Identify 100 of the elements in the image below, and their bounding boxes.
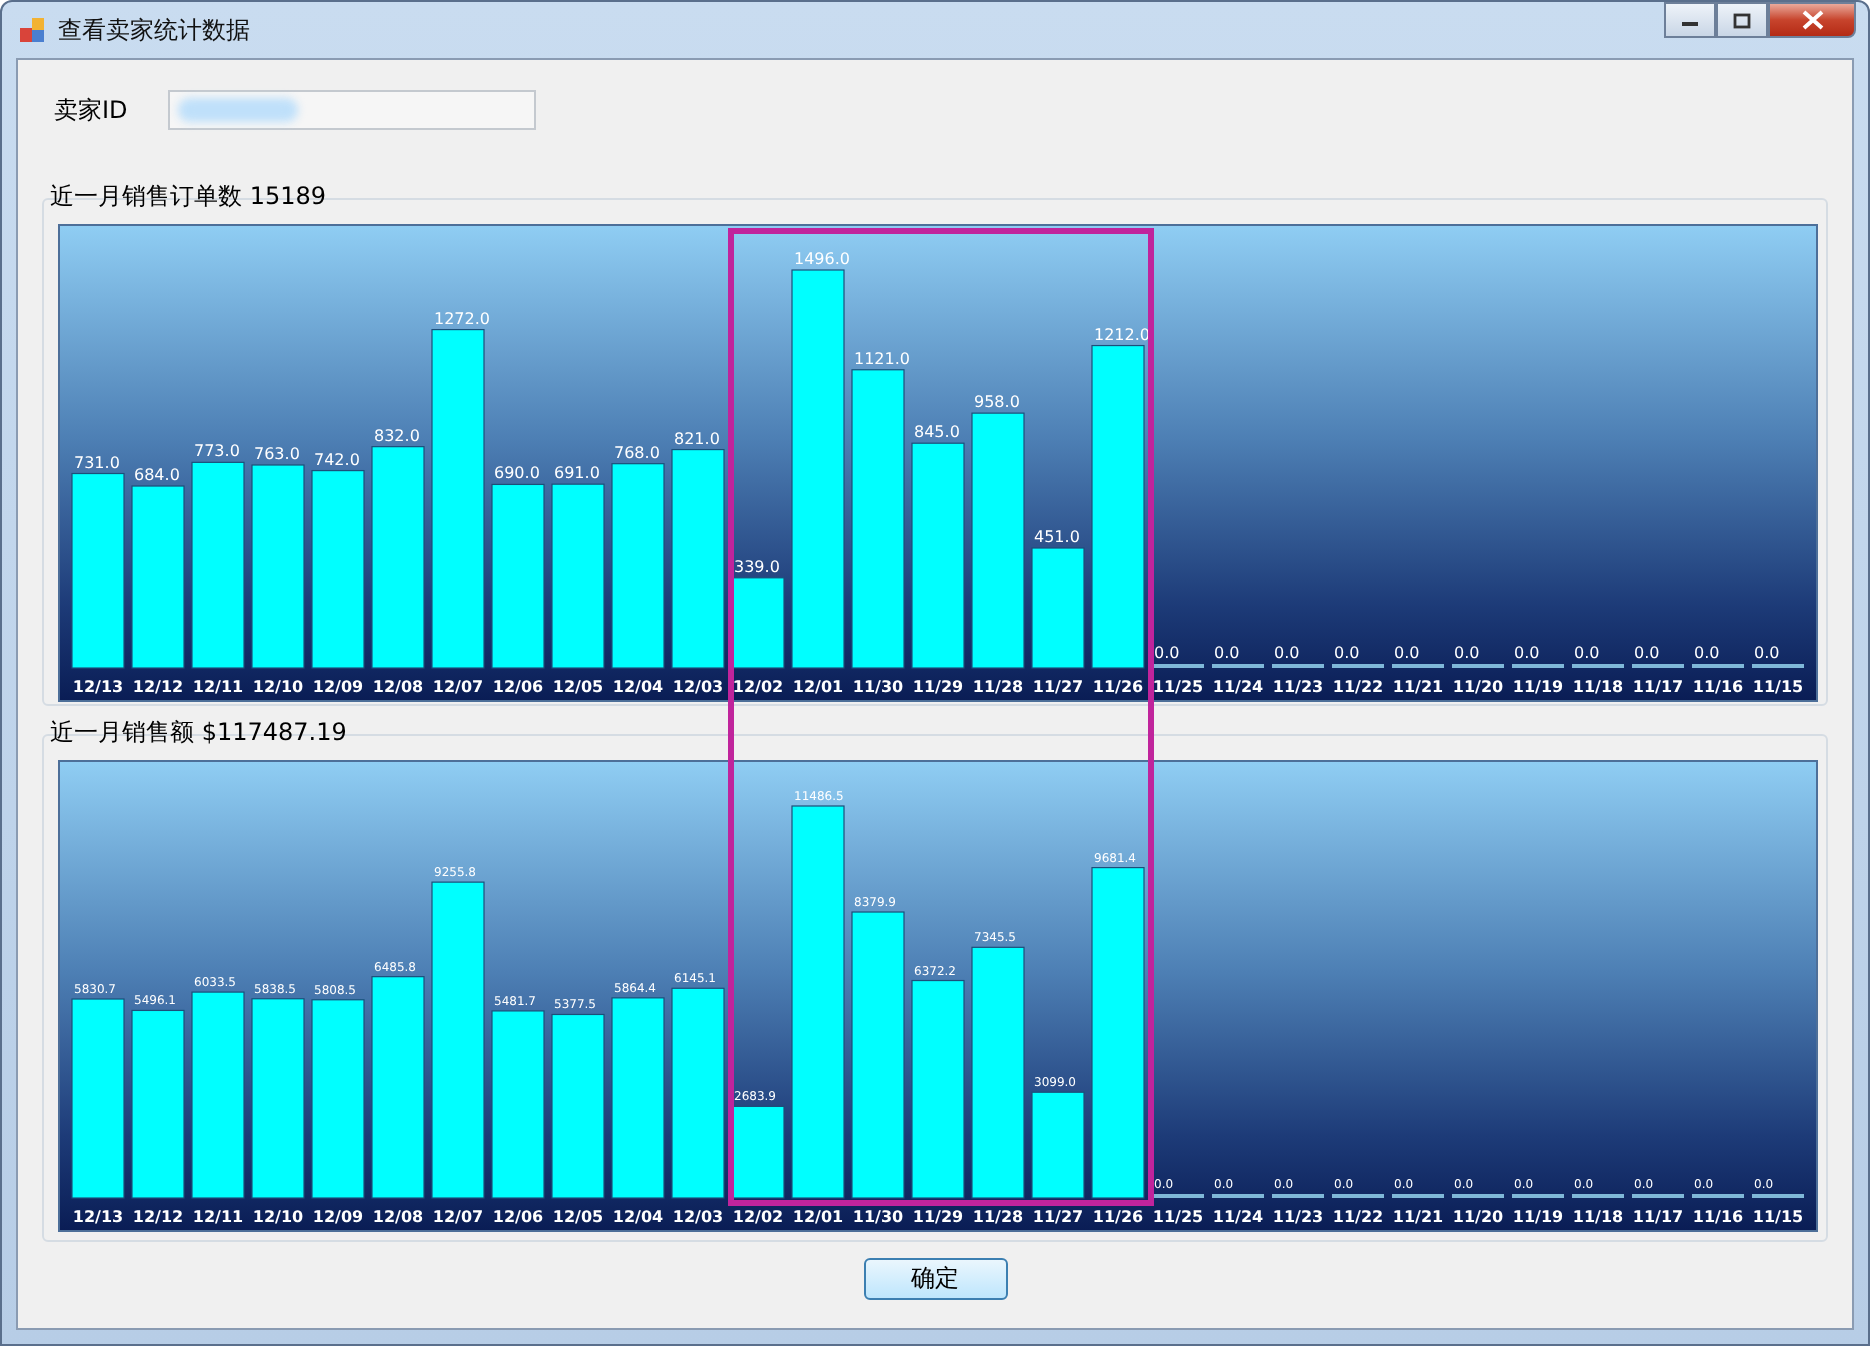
group-title: 近一月销售额 $117487.19	[50, 718, 349, 746]
group-title: 近一月销售订单数 15189	[50, 182, 328, 210]
value-label: 773.0	[194, 442, 240, 461]
value-label: 684.0	[134, 466, 180, 485]
value-label: 763.0	[254, 445, 300, 463]
category-label: 11/25	[1152, 1208, 1204, 1226]
seller-id-field[interactable]	[167, 90, 536, 130]
value-label: 958.0	[974, 393, 1020, 412]
category-label: 11/27	[1032, 1208, 1084, 1226]
value-label: 832.0	[374, 426, 420, 445]
category-label: 12/09	[312, 678, 364, 696]
category-label: 12/10	[252, 1208, 304, 1226]
category-label: 11/27	[1032, 678, 1084, 696]
category-label: 11/24	[1212, 1208, 1264, 1226]
category-label: 11/29	[912, 678, 964, 696]
value-label: 0.0	[1754, 644, 1780, 662]
value-label: 768.0	[614, 443, 660, 462]
category-label: 12/02	[732, 1208, 784, 1226]
category-label: 12/09	[312, 1208, 364, 1226]
category-label: 11/15	[1752, 678, 1804, 696]
category-label: 11/26	[1092, 1208, 1144, 1226]
value-label: 0.0	[1154, 644, 1180, 662]
category-label: 11/23	[1272, 1208, 1324, 1226]
category-label: 11/25	[1152, 678, 1204, 696]
maximize-icon	[1732, 11, 1752, 29]
category-label: 11/17	[1632, 1208, 1684, 1226]
value-label: 0.0	[1454, 644, 1480, 662]
category-label: 12/01	[792, 1208, 844, 1226]
category-label: 11/24	[1212, 678, 1264, 696]
category-label: 11/16	[1692, 678, 1744, 696]
value-label: 1496.0	[794, 250, 850, 268]
maximize-button[interactable]	[1716, 2, 1768, 38]
value-label: 0.0	[1514, 644, 1540, 662]
category-label: 12/07	[432, 678, 484, 696]
window-title: 查看卖家统计数据	[58, 13, 252, 47]
category-label: 11/23	[1272, 678, 1324, 696]
value-label: 451.0	[1034, 528, 1080, 546]
category-label: 11/20	[1452, 1208, 1504, 1226]
category-label: 11/28	[972, 678, 1024, 696]
value-label: 845.0	[914, 423, 960, 442]
category-label: 12/06	[492, 1208, 544, 1226]
category-label: 11/16	[1692, 1208, 1744, 1226]
value-label: 690.0	[494, 464, 540, 483]
bar	[1031, 1091, 1085, 1199]
value-label: 0.0	[1694, 644, 1720, 662]
category-label: 11/30	[852, 678, 904, 696]
category-label: 11/20	[1452, 678, 1504, 696]
value-label: 691.0	[554, 464, 600, 483]
bar	[731, 1105, 785, 1199]
value-label: 1272.0	[434, 309, 490, 328]
category-label: 11/29	[912, 1208, 964, 1226]
category-label: 12/04	[612, 678, 664, 696]
category-label: 12/05	[552, 1208, 604, 1226]
minimize-button[interactable]	[1664, 2, 1716, 38]
value-label: 0.0	[1274, 644, 1300, 662]
app-icon	[18, 16, 46, 44]
value-label: 1212.0	[1094, 325, 1150, 344]
category-label: 11/18	[1572, 1208, 1624, 1226]
category-label: 12/12	[132, 1208, 184, 1226]
category-label: 11/21	[1392, 1208, 1444, 1226]
category-label: 12/08	[372, 1208, 424, 1226]
value-label: 0.0	[1334, 644, 1360, 662]
category-label: 12/03	[672, 678, 724, 696]
category-label: 12/13	[72, 678, 124, 696]
close-button[interactable]	[1768, 2, 1856, 38]
category-label: 11/19	[1512, 678, 1564, 696]
category-label: 11/15	[1752, 1208, 1804, 1226]
category-label: 11/18	[1572, 678, 1624, 696]
category-label: 12/11	[192, 1208, 244, 1226]
category-label: 12/08	[372, 678, 424, 696]
close-icon	[1801, 10, 1823, 30]
category-label: 12/10	[252, 678, 304, 696]
category-label: 11/21	[1392, 678, 1444, 696]
category-label: 11/19	[1512, 1208, 1564, 1226]
seller-id-label: 卖家ID	[54, 93, 128, 127]
category-label: 12/12	[132, 678, 184, 696]
value-label: 0.0	[1394, 644, 1420, 662]
value-label: 742.0	[314, 450, 360, 469]
category-label: 11/30	[852, 1208, 904, 1226]
category-label: 12/04	[612, 1208, 664, 1226]
value-label: 1121.0	[854, 349, 910, 368]
category-label: 12/05	[552, 678, 604, 696]
value-label: 0.0	[1634, 644, 1660, 662]
category-label: 11/22	[1332, 678, 1384, 696]
category-label: 12/07	[432, 1208, 484, 1226]
category-label: 12/03	[672, 1208, 724, 1226]
bar	[731, 577, 785, 669]
value-label: 0.0	[1214, 644, 1240, 662]
value-label: 821.0	[674, 429, 720, 448]
category-label: 11/26	[1092, 678, 1144, 696]
category-label: 11/28	[972, 1208, 1024, 1226]
category-label: 12/02	[732, 678, 784, 696]
value-label: 731.0	[74, 453, 120, 472]
value-label: 339.0	[734, 557, 780, 576]
value-label: 0.0	[1574, 644, 1600, 662]
category-label: 11/17	[1632, 678, 1684, 696]
category-label: 12/13	[72, 1208, 124, 1226]
ok-button[interactable]: 确定	[863, 1258, 1007, 1300]
category-label: 12/06	[492, 678, 544, 696]
category-label: 12/01	[792, 678, 844, 696]
